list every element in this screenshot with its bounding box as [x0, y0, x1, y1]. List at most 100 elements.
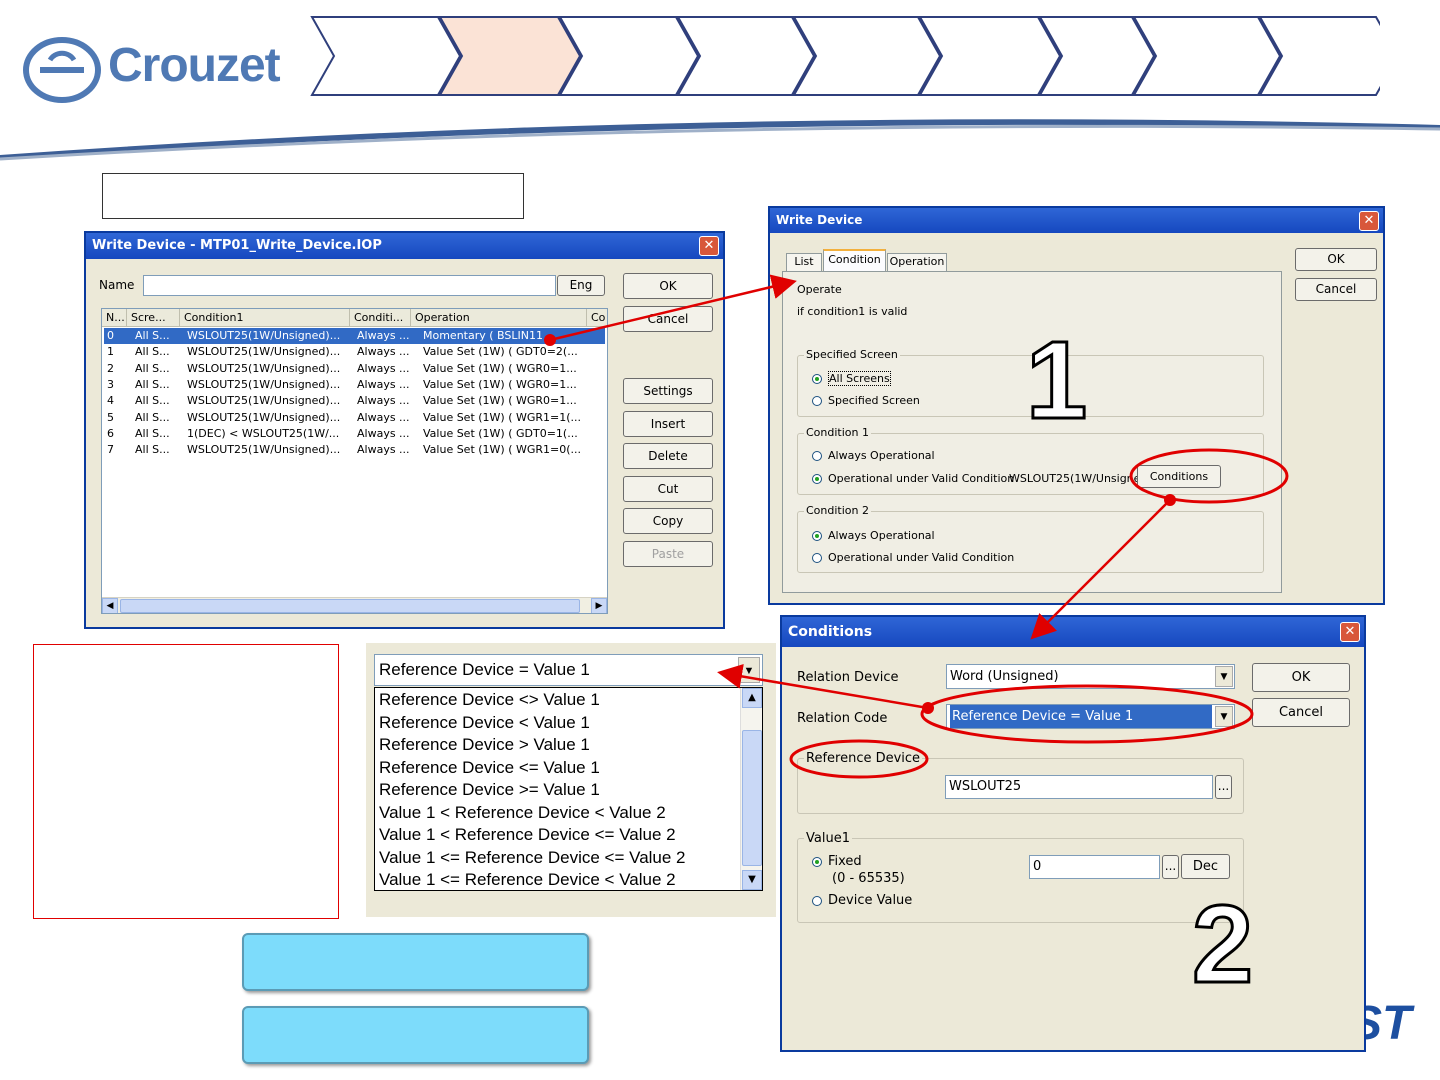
column-header[interactable]: Scre... — [127, 309, 180, 327]
radio-operational-valid[interactable]: Operational under Valid Condition — [812, 472, 1014, 485]
radio-icon — [812, 396, 822, 406]
horizontal-scrollbar[interactable]: ◀ ▶ — [102, 597, 607, 613]
dropdown-option[interactable]: Reference Device >= Value 1 — [379, 780, 600, 800]
table-row[interactable]: 0 All S... WSLOUT25(1W/Unsigned)... Always … — [104, 328, 605, 344]
radio-device-value[interactable]: Device Value — [812, 893, 912, 908]
dropdown-option[interactable]: Reference Device < Value 1 — [379, 713, 590, 733]
scroll-up-icon[interactable]: ▲ — [742, 688, 762, 708]
delete-button[interactable]: Delete — [623, 443, 713, 469]
cancel-button[interactable]: Cancel — [1295, 278, 1377, 301]
scroll-left-icon[interactable]: ◀ — [102, 598, 118, 613]
relation-code-select[interactable]: Reference Device = Value 1 ▼ — [946, 704, 1235, 729]
copy-button[interactable]: Copy — [623, 508, 713, 534]
radio-label: Operational under Valid Condition — [828, 551, 1015, 564]
write-list[interactable]: N... Scre... Condition1 Conditi... Operation… — [101, 308, 608, 614]
radio-selected-icon — [812, 856, 822, 867]
name-label: Name — [99, 278, 135, 292]
step-number-2: 2 — [1190, 883, 1254, 1006]
group-title: Condition 2 — [804, 504, 871, 517]
close-icon[interactable]: ✕ — [699, 236, 719, 256]
close-icon[interactable]: ✕ — [1359, 211, 1379, 231]
radio-always-operational[interactable]: Always Operational — [812, 529, 935, 542]
cyan-action-button-2[interactable] — [242, 1006, 589, 1064]
radio-all-screens[interactable]: All Screens — [812, 371, 891, 386]
radio-selected-icon — [812, 374, 822, 384]
table-cell: Always ... — [357, 394, 410, 408]
table-cell: WSLOUT25(1W/Unsigned)... — [187, 345, 341, 359]
reference-device-input[interactable]: WSLOUT25 — [945, 775, 1213, 799]
column-header[interactable]: Co — [587, 309, 607, 327]
ok-button[interactable]: OK — [1295, 248, 1377, 271]
dropdown-option[interactable]: Reference Device <= Value 1 — [379, 758, 600, 778]
dropdown-option[interactable]: Value 1 <= Reference Device < Value 2 — [379, 870, 676, 890]
cancel-button[interactable]: Cancel — [623, 306, 713, 332]
scroll-thumb[interactable] — [120, 599, 580, 613]
tab-operation[interactable]: Operation — [887, 253, 947, 271]
dec-button[interactable]: Dec — [1181, 854, 1230, 879]
tab-condition[interactable]: Condition — [823, 249, 886, 272]
radio-label: Specified Screen — [828, 394, 920, 407]
ok-button[interactable]: OK — [1252, 663, 1350, 692]
close-icon[interactable]: ✕ — [1340, 622, 1360, 642]
scroll-down-icon[interactable]: ▼ — [742, 870, 762, 890]
name-input[interactable] — [143, 275, 556, 296]
chevron-down-icon[interactable]: ▼ — [1215, 706, 1233, 727]
table-row[interactable]: 6 All S... 1(DEC) < WSLOUT25(1W/... Always … — [104, 426, 605, 442]
relation-device-label: Relation Device — [797, 670, 899, 685]
cut-button[interactable]: Cut — [623, 476, 713, 502]
condition1-group: Condition 1 Always Operational Operation… — [797, 426, 1264, 495]
scroll-right-icon[interactable]: ▶ — [591, 598, 607, 613]
settings-button[interactable]: Settings — [623, 378, 713, 404]
table-cell: Value Set (1W) ( WGR0=1... — [423, 361, 577, 375]
table-cell: All S... — [135, 426, 170, 440]
radio-operational-valid[interactable]: Operational under Valid Condition — [812, 551, 1014, 564]
table-row[interactable]: 7 All S... WSLOUT25(1W/Unsigned)... Always … — [104, 442, 605, 458]
chevron-down-icon[interactable]: ▼ — [738, 657, 760, 683]
table-row[interactable]: 1 All S... WSLOUT25(1W/Unsigned)... Always … — [104, 344, 605, 360]
column-header[interactable]: Condition1 — [180, 309, 350, 327]
relation-code-select[interactable]: Reference Device = Value 1 ▼ — [374, 654, 763, 686]
table-cell: Always ... — [357, 361, 410, 375]
column-header[interactable]: Conditi... — [350, 309, 411, 327]
fixed-range: (0 - 65535) — [832, 871, 905, 886]
cyan-action-button-1[interactable] — [242, 933, 589, 991]
table-row[interactable]: 3 All S... WSLOUT25(1W/Unsigned)... Always … — [104, 377, 605, 393]
ok-button[interactable]: OK — [623, 273, 713, 299]
dropdown-option[interactable]: Value 1 < Reference Device < Value 2 — [379, 803, 666, 823]
radio-always-operational[interactable]: Always Operational — [812, 449, 935, 462]
dropdown-option[interactable]: Reference Device > Value 1 — [379, 735, 590, 755]
conditions-button[interactable]: Conditions — [1137, 465, 1221, 488]
table-row[interactable]: 2 All S... WSLOUT25(1W/Unsigned)... Always … — [104, 361, 605, 377]
column-header[interactable]: Operation — [411, 309, 587, 327]
tab-list[interactable]: List — [786, 253, 822, 271]
paste-button[interactable]: Paste — [623, 541, 713, 567]
table-cell: Value Set (1W) ( WGR0=1... — [423, 394, 577, 408]
table-cell: Always ... — [357, 443, 410, 457]
relation-device-select[interactable]: Word (Unsigned) ▼ — [946, 664, 1235, 689]
dropdown-option[interactable]: Value 1 <= Reference Device <= Value 2 — [379, 848, 686, 868]
browse-button[interactable]: ... — [1215, 775, 1232, 799]
eng-button[interactable]: Eng — [557, 275, 605, 296]
annotation-box — [33, 644, 339, 919]
reference-device-group: Reference Device WSLOUT25 ... — [797, 751, 1244, 814]
dialog-title: Conditions — [782, 617, 1364, 647]
table-row[interactable]: 4 All S... WSLOUT25(1W/Unsigned)... Always … — [104, 393, 605, 409]
conditions-dialog: Conditions ✕ Relation Device Word (Unsig… — [780, 615, 1366, 1052]
cancel-button[interactable]: Cancel — [1252, 698, 1350, 727]
browse-button[interactable]: ... — [1162, 855, 1179, 879]
chevron-down-icon[interactable]: ▼ — [1215, 666, 1233, 687]
insert-button[interactable]: Insert — [623, 411, 713, 437]
table-cell: WSLOUT25(1W/Unsigned)... — [187, 443, 341, 457]
table-row[interactable]: 5 All S... WSLOUT25(1W/Unsigned)... Always … — [104, 410, 605, 426]
scroll-thumb[interactable] — [742, 730, 762, 866]
vertical-scrollbar[interactable]: ▲ ▼ — [740, 688, 762, 890]
radio-fixed[interactable]: Fixed — [812, 854, 862, 869]
table-cell: All S... — [135, 345, 170, 359]
radio-specified-screen[interactable]: Specified Screen — [812, 394, 920, 407]
column-header[interactable]: N... — [102, 309, 127, 327]
dropdown-option[interactable]: Reference Device <> Value 1 — [379, 690, 600, 710]
value1-input[interactable]: 0 — [1029, 855, 1160, 879]
dropdown-option[interactable]: Value 1 < Reference Device <= Value 2 — [379, 825, 676, 845]
table-cell: Always ... — [357, 345, 410, 359]
write-device-list-dialog: Write Device - MTP01_Write_Device.IOP ✕ … — [84, 231, 725, 629]
